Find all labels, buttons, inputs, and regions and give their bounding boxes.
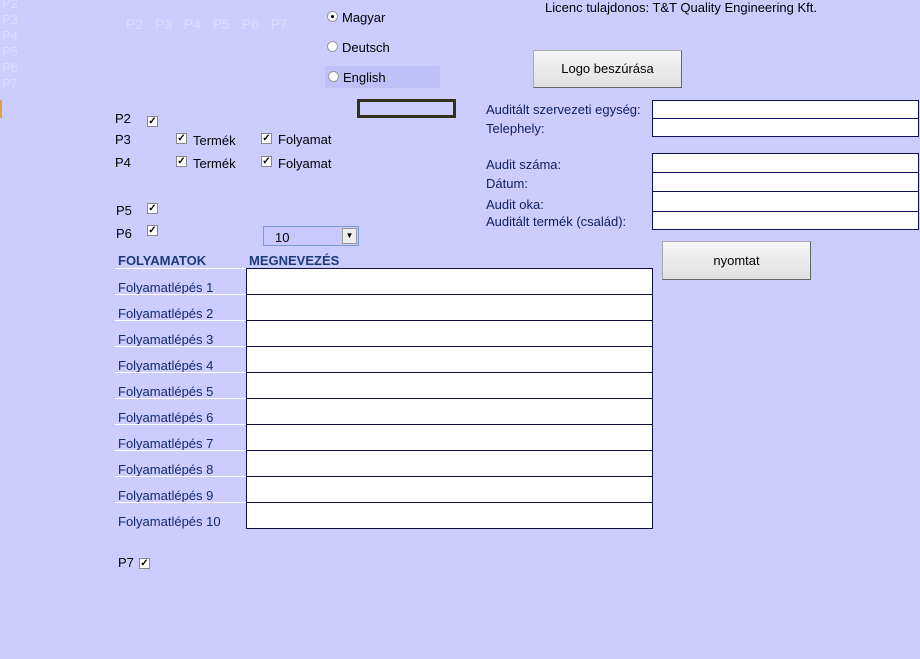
process-step-label: Folyamatlépés 7: [115, 424, 246, 450]
radio-deutsch[interactable]: [327, 41, 338, 52]
ghost-labels-left: P2 P3 P4 P5 P6 P7: [2, 0, 18, 92]
logo-insert-button[interactable]: Logo beszúrása: [533, 50, 682, 88]
radio-magyar[interactable]: [327, 11, 338, 22]
step-count-dropdown[interactable]: 10 ▼: [263, 226, 359, 246]
process-step-name-input[interactable]: [246, 294, 653, 321]
radio-english[interactable]: [328, 71, 339, 82]
p6-checkbox[interactable]: ✓: [147, 225, 158, 236]
ghost-label: P4: [2, 28, 18, 43]
process-step-label: Folyamatlépés 5: [115, 372, 246, 398]
header-name: MEGNEVEZÉS: [249, 253, 340, 268]
process-step-name-input[interactable]: [246, 346, 653, 373]
p3-folyamat-label: Folyamat: [278, 132, 332, 147]
p5-label: P5: [116, 203, 132, 218]
p2-checkbox[interactable]: ✓: [147, 116, 158, 127]
p3-termek-label: Termék: [193, 133, 236, 148]
product-label: Auditált termék (család):: [486, 214, 627, 229]
process-step-label: Folyamatlépés 6: [115, 398, 246, 424]
org-unit-input[interactable]: [652, 100, 919, 119]
process-step-name-input[interactable]: [246, 424, 653, 451]
license-text: Licenc tulajdonos: T&T Quality Engineeri…: [545, 0, 817, 15]
edge-marker: [0, 100, 2, 118]
p2-label: P2: [115, 111, 131, 126]
process-step-label: Folyamatlépés 4: [115, 346, 246, 372]
audit-number-input[interactable]: [652, 153, 919, 173]
audit-reason-label: Audit oka:: [486, 197, 544, 212]
p5-checkbox[interactable]: ✓: [147, 203, 158, 214]
date-input[interactable]: [652, 172, 919, 192]
p4-termek-label: Termék: [193, 156, 236, 171]
p7-label: P7: [118, 555, 134, 570]
p3-label: P3: [115, 132, 131, 147]
product-input[interactable]: [652, 211, 919, 230]
radio-label-english: English: [343, 70, 386, 85]
p3-termek-checkbox[interactable]: ✓: [176, 133, 187, 144]
ghost-label: P5: [2, 44, 18, 59]
date-label: Dátum:: [486, 176, 528, 191]
site-input[interactable]: [652, 118, 919, 137]
header-processes: FOLYAMATOK: [118, 253, 207, 268]
p4-termek-checkbox[interactable]: ✓: [176, 156, 187, 167]
process-step-name-input[interactable]: [246, 398, 653, 425]
audit-number-label: Audit száma:: [486, 157, 562, 172]
process-step-name-input[interactable]: [246, 320, 653, 347]
process-step-name-input[interactable]: [246, 372, 653, 399]
selected-cell[interactable]: [357, 99, 456, 118]
process-step-label: Folyamatlépés 8: [115, 450, 246, 476]
process-step-label: Folyamatlépés 1: [115, 268, 246, 294]
process-step-label: Folyamatlépés 2: [115, 294, 246, 320]
ghost-label: P2: [2, 0, 18, 11]
process-step-label: Folyamatlépés 9: [115, 476, 246, 502]
ghost-label: P7: [2, 76, 18, 91]
site-label: Telephely:: [486, 121, 545, 136]
audit-reason-input[interactable]: [652, 191, 919, 212]
radio-label-magyar: Magyar: [342, 10, 386, 25]
process-step-name-input[interactable]: [246, 268, 653, 295]
process-step-name-input[interactable]: [246, 450, 653, 477]
p3-folyamat-checkbox[interactable]: ✓: [261, 133, 272, 144]
chevron-down-icon[interactable]: ▼: [342, 228, 357, 244]
p4-label: P4: [115, 155, 131, 170]
step-count-value: 10: [275, 230, 290, 245]
process-step-name-input[interactable]: [246, 502, 653, 529]
p4-folyamat-label: Folyamat: [278, 156, 332, 171]
print-button[interactable]: nyomtat: [662, 241, 811, 280]
ghost-labels-top: P2 P3 P4 P5 P6 P7: [126, 16, 288, 32]
p6-label: P6: [116, 226, 132, 241]
process-step-label: Folyamatlépés 3: [115, 320, 246, 346]
org-unit-label: Auditált szervezeti egység:: [486, 102, 641, 117]
ghost-label: P6: [2, 60, 18, 75]
ghost-label: P3: [2, 12, 18, 27]
p7-checkbox[interactable]: ✓: [139, 558, 150, 569]
process-step-name-input[interactable]: [246, 476, 653, 503]
radio-label-deutsch: Deutsch: [342, 40, 390, 55]
p4-folyamat-checkbox[interactable]: ✓: [261, 156, 272, 167]
process-step-label: Folyamatlépés 10: [115, 502, 246, 528]
